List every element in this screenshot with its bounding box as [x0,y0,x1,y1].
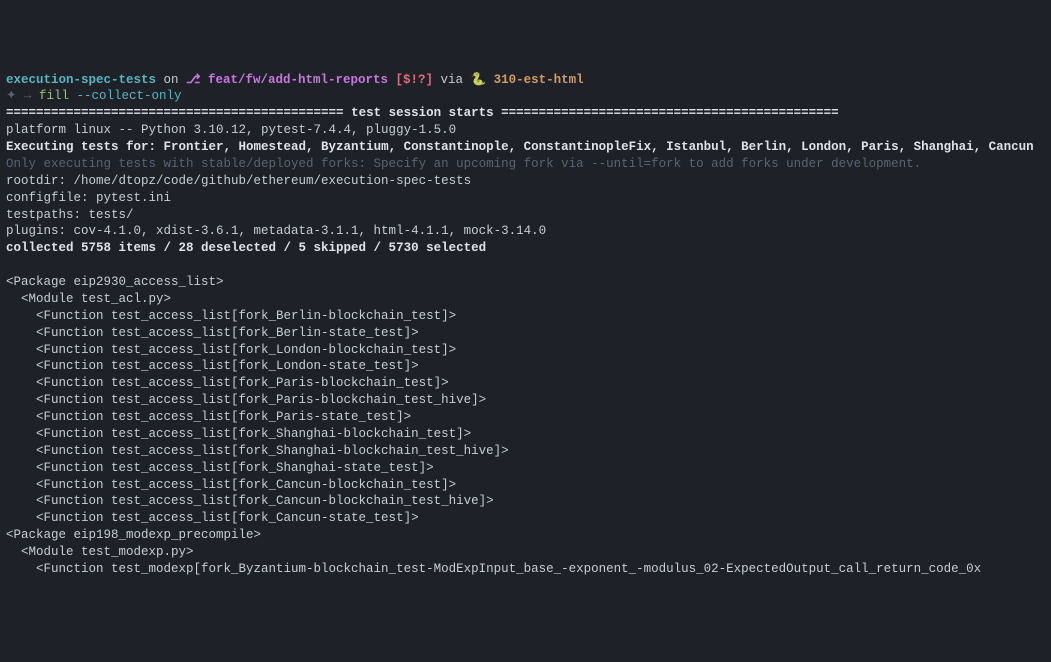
vcs-status: [$!?] [388,73,441,87]
function-item: <Function test_access_list[fork_Paris-st… [6,410,411,424]
terminal[interactable]: execution-spec-tests on ⎇ feat/fw/add-ht… [6,72,1045,578]
stable-note: Only executing tests with stable/deploye… [6,157,921,171]
function-item: <Function test_access_list[fork_London-b… [6,343,456,357]
executing-line: Executing tests for: Frontier, Homestead… [6,140,1034,154]
function-item: <Function test_access_list[fork_Paris-bl… [6,393,486,407]
command-name: fill [39,89,69,103]
rootdir-line: rootdir: /home/dtopz/code/github/ethereu… [6,174,471,188]
function-item: <Function test_access_list[fork_Berlin-s… [6,326,419,340]
configfile-line: configfile: pytest.ini [6,191,171,205]
function-item: <Function test_access_list[fork_Paris-bl… [6,376,449,390]
function-item: <Function test_access_list[fork_Shanghai… [6,461,434,475]
session-header: ========================================… [6,106,839,120]
platform-line: platform linux -- Python 3.10.12, pytest… [6,123,456,137]
package-2: <Package eip198_modexp_precompile> [6,528,261,542]
function-item: <Function test_access_list[fork_Shanghai… [6,427,471,441]
package-1: <Package eip2930_access_list> [6,275,224,289]
command-args: --collect-only [69,89,182,103]
function-item: <Function test_access_list[fork_Cancun-b… [6,478,456,492]
function-item: <Function test_modexp[fork_Byzantium-blo… [6,562,981,576]
prompt-on: on [156,73,186,87]
function-item: <Function test_access_list[fork_Shanghai… [6,444,509,458]
repo-name: execution-spec-tests [6,73,156,87]
plugins-line: plugins: cov-4.1.0, xdist-3.6.1, metadat… [6,224,546,238]
branch-name: feat/fw/add-html-reports [208,73,388,87]
function-item: <Function test_access_list[fork_Cancun-b… [6,494,494,508]
testpaths-line: testpaths: tests/ [6,208,134,222]
function-item: <Function test_access_list[fork_Berlin-b… [6,309,456,323]
module-1: <Module test_acl.py> [6,292,171,306]
python-icon: 🐍 [471,73,494,87]
collected-line: collected 5758 items / 28 deselected / 5… [6,241,486,255]
module-2: <Module test_modexp.py> [6,545,194,559]
prompt-bullets: ✦ → [6,89,39,103]
prompt-via: via [441,73,471,87]
python-env: 310-est-html [494,73,584,87]
branch-icon: ⎇ [186,73,208,87]
function-item: <Function test_access_list[fork_London-s… [6,359,419,373]
function-item: <Function test_access_list[fork_Cancun-s… [6,511,419,525]
